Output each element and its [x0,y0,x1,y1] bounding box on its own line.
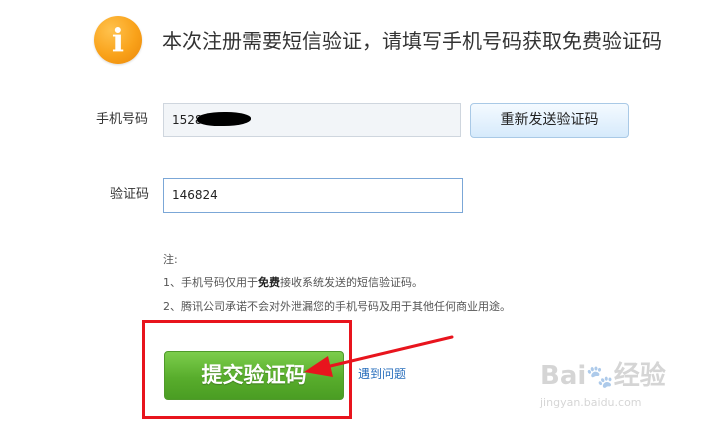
note-line-1-bold: 免费 [258,276,280,289]
phone-label: 手机号码 [96,112,149,127]
watermark: Bai🐾经验 jingyan.baidu.com [540,360,670,420]
verification-code-input[interactable]: 146824 [163,178,463,213]
info-icon: i [94,16,142,64]
watermark-brand: Bai🐾经验 [540,361,666,391]
watermark-url: jingyan.baidu.com [540,396,642,409]
redaction-mark [197,112,251,126]
notes-title: 注: [163,253,178,266]
submit-code-button[interactable]: 提交验证码 [164,351,344,400]
page-title: 本次注册需要短信验证，请填写手机号码获取免费验证码 [162,29,662,53]
note-line-1-prefix: 1、手机号码仅用于 [163,276,258,289]
note-line-2: 2、腾讯公司承诺不会对外泄漏您的手机号码及用于其他任何商业用途。 [163,300,511,313]
note-line-1: 1、手机号码仅用于免费接收系统发送的短信验证码。 [163,275,423,291]
note-line-1-suffix: 接收系统发送的短信验证码。 [280,276,423,289]
verification-code-label: 验证码 [110,187,150,202]
help-link[interactable]: 遇到问题 [358,366,406,382]
resend-code-button[interactable]: 重新发送验证码 [470,103,629,138]
